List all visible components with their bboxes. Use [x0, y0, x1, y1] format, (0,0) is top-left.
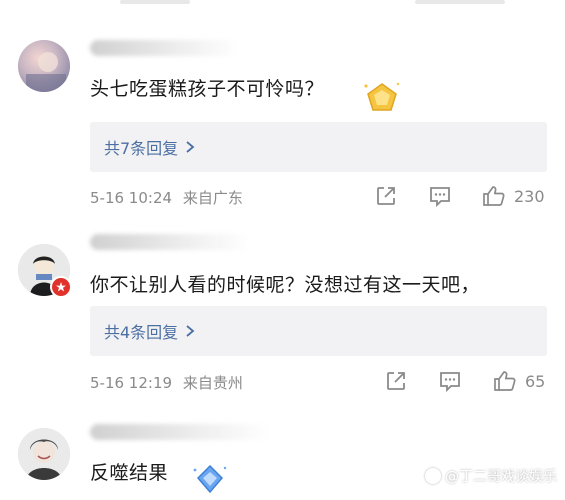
meta-row: 5-16 10:24 来自广东 230: [90, 184, 550, 210]
comment-icon: [440, 372, 460, 393]
replies-count-label: 共7条回复: [104, 139, 179, 158]
like-count: 230: [514, 186, 545, 206]
reply-box[interactable]: 共7条回复: [90, 122, 547, 172]
watermark-logo-icon: [425, 468, 441, 484]
username-blurred[interactable]: [90, 234, 250, 250]
location-text: 来自广东: [182, 189, 243, 207]
like-count: 65: [525, 371, 546, 391]
comment-thread: 头七吃蛋糕孩子不可怜吗？ 共7条回复 5-16 10:24 来自广东 230 你…: [0, 0, 565, 500]
comment-date: 5-16 12:19 来自贵州: [90, 372, 243, 393]
like-button[interactable]: 65: [493, 369, 545, 393]
replies-count-label: 共4条回复: [104, 323, 179, 342]
view-replies-link[interactable]: 共4条回复: [104, 319, 196, 343]
avatar[interactable]: [18, 40, 70, 92]
watermark: @丁二哥戏谈娱乐: [425, 466, 557, 486]
chevron-right-icon: [186, 325, 195, 337]
watermark-text: @丁二哥戏谈娱乐: [445, 469, 557, 485]
gold-gem-badge-icon: [364, 82, 400, 111]
location-text: 来自贵州: [182, 374, 243, 392]
meta-row: 5-16 12:19 来自贵州 65: [90, 369, 550, 395]
reply-box[interactable]: 共4条回复: [90, 306, 547, 356]
date-text: 5-16 12:19: [90, 374, 173, 392]
comment-date: 5-16 10:24 来自广东: [90, 187, 243, 208]
comment-button[interactable]: [428, 184, 452, 208]
share-icon: [387, 372, 405, 390]
avatar[interactable]: [18, 428, 70, 480]
date-text: 5-16 10:24: [90, 189, 173, 207]
blue-gem-badge-icon: [193, 464, 227, 494]
comment-icon: [430, 187, 450, 208]
share-icon: [377, 187, 395, 205]
view-replies-link[interactable]: 共7条回复: [104, 135, 196, 159]
top-divider: [0, 0, 565, 10]
share-button[interactable]: [374, 184, 398, 208]
like-icon: [483, 186, 505, 206]
comment-text: 头七吃蛋糕孩子不可怜吗？: [90, 78, 325, 100]
comment-text: 你不让别人看的时候呢？没想过有这一天吧，: [90, 274, 481, 296]
comment-text: 反噬结果: [90, 462, 169, 484]
verified-badge: [50, 276, 72, 298]
like-icon: [494, 371, 516, 391]
like-button[interactable]: 230: [482, 184, 545, 208]
chevron-right-icon: [186, 141, 195, 153]
comment-button[interactable]: [438, 369, 462, 393]
username-blurred[interactable]: [90, 40, 240, 56]
top-ghost-text: [415, 0, 505, 4]
share-button[interactable]: [384, 369, 408, 393]
top-ghost-text: [120, 0, 190, 4]
username-blurred[interactable]: [90, 424, 270, 440]
